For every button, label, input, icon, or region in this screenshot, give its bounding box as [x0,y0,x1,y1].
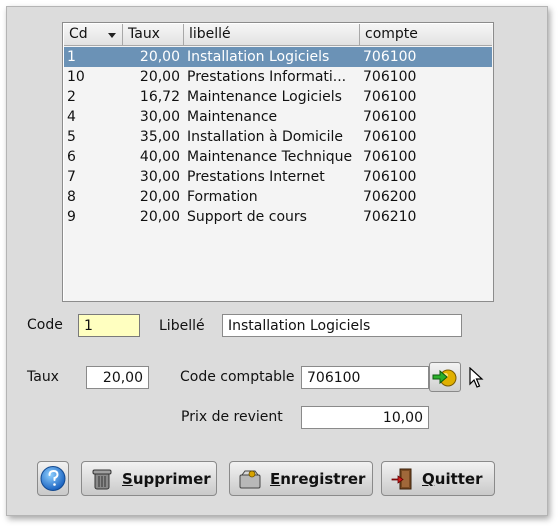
cell-libelle: Prestations Internet [187,169,325,185]
quitter-label: Quitter [422,470,483,488]
cell-cd: 5 [67,129,76,145]
cell-taux: 30,00 [139,109,180,125]
table-body: 1 20,00 Installation Logiciels 706100 10… [64,47,492,227]
cell-cd: 8 [67,189,76,205]
column-header-libelle-label: libellé [189,26,231,42]
cell-compte: 706200 [363,189,417,205]
table-row[interactable]: 6 40,00 Maintenance Technique 706100 [64,147,492,167]
quitter-label-rest: uitter [434,470,483,488]
cell-libelle: Maintenance [187,109,278,125]
libelle-label: Libellé [159,318,205,334]
libelle-input[interactable] [222,314,462,337]
taux-label: Taux [27,369,59,385]
cell-taux: 16,72 [139,89,180,105]
help-globe-icon [40,466,66,491]
cell-libelle: Formation [187,189,258,205]
enregistrer-label-rest: nregistrer [280,470,366,488]
mouse-pointer-icon [469,367,484,388]
table-row[interactable]: 4 30,00 Maintenance 706100 [64,107,492,127]
cell-cd: 1 [67,49,76,65]
cell-compte: 706100 [363,49,417,65]
cell-libelle: Prestations Informati... [187,69,347,85]
code-comptable-label: Code comptable [180,369,295,385]
cell-compte: 706100 [363,89,417,105]
trash-can-icon [92,469,112,490]
tva-table[interactable]: Cd Taux libellé compte 1 20,00 Installat… [62,22,494,302]
cell-compte: 706100 [363,149,417,165]
cell-cd: 10 [67,69,85,85]
dialog-window: Cd Taux libellé compte 1 20,00 Installat… [6,6,548,516]
cell-libelle: Installation à Domicile [187,129,343,145]
cell-taux: 40,00 [139,149,180,165]
column-header-libelle[interactable]: libellé [184,24,360,45]
table-row[interactable]: 5 35,00 Installation à Domicile 706100 [64,127,492,147]
table-row[interactable]: 10 20,00 Prestations Informati... 706100 [64,67,492,87]
cell-compte: 706100 [363,129,417,145]
table-row[interactable]: 2 16,72 Maintenance Logiciels 706100 [64,87,492,107]
cell-libelle: Maintenance Logiciels [187,89,342,105]
cell-cd: 9 [67,209,76,225]
table-row[interactable]: 9 20,00 Support de cours 706210 [64,207,492,227]
exit-door-icon [391,468,412,490]
column-header-compte-label: compte [365,26,418,42]
cell-taux: 20,00 [139,189,180,205]
code-comptable-input[interactable] [301,366,429,389]
taux-input[interactable] [86,366,149,389]
enregistrer-label: Enregistrer [270,470,365,488]
arrow-lookup-icon [432,369,457,387]
column-header-cd[interactable]: Cd [64,24,123,45]
table-row[interactable]: 1 20,00 Installation Logiciels 706100 [64,47,492,67]
cell-taux: 30,00 [139,169,180,185]
supprimer-label-rest: upprimer [132,470,211,488]
column-header-taux-label: Taux [128,26,160,42]
help-button[interactable] [37,461,69,496]
prix-revient-input[interactable] [301,406,429,429]
enregistrer-button[interactable]: Enregistrer [229,461,373,496]
cell-compte: 706100 [363,109,417,125]
quitter-button[interactable]: Quitter [381,461,495,496]
prix-revient-label: Prix de revient [181,409,283,425]
enregistrer-mnemonic: E [270,470,281,488]
cell-taux: 20,00 [139,69,180,85]
cell-libelle: Installation Logiciels [187,49,330,65]
supprimer-label: Supprimer [122,470,211,488]
supprimer-button[interactable]: Supprimer [81,461,217,496]
cell-taux: 20,00 [139,209,180,225]
column-header-cd-label: Cd [69,26,88,42]
lookup-account-button[interactable] [429,362,461,392]
table-header: Cd Taux libellé compte [64,24,492,46]
table-row[interactable]: 7 30,00 Prestations Internet 706100 [64,167,492,187]
cell-taux: 20,00 [139,49,180,65]
cell-compte: 706100 [363,169,417,185]
supprimer-mnemonic: S [122,470,133,488]
column-header-compte[interactable]: compte [360,24,494,45]
cell-compte: 706100 [363,69,417,85]
cell-taux: 35,00 [139,129,180,145]
sort-descending-icon [108,33,116,38]
cell-compte: 706210 [363,209,417,225]
code-input[interactable] [78,314,140,337]
table-row[interactable]: 8 20,00 Formation 706200 [64,187,492,207]
quitter-mnemonic: Q [422,470,435,488]
cell-libelle: Support de cours [187,209,307,225]
cell-cd: 2 [67,89,76,105]
cell-cd: 7 [67,169,76,185]
cell-cd: 4 [67,109,76,125]
cell-libelle: Maintenance Technique [187,149,353,165]
cell-cd: 6 [67,149,76,165]
column-header-taux[interactable]: Taux [123,24,184,45]
code-label: Code [27,317,63,333]
save-box-icon [239,470,261,489]
